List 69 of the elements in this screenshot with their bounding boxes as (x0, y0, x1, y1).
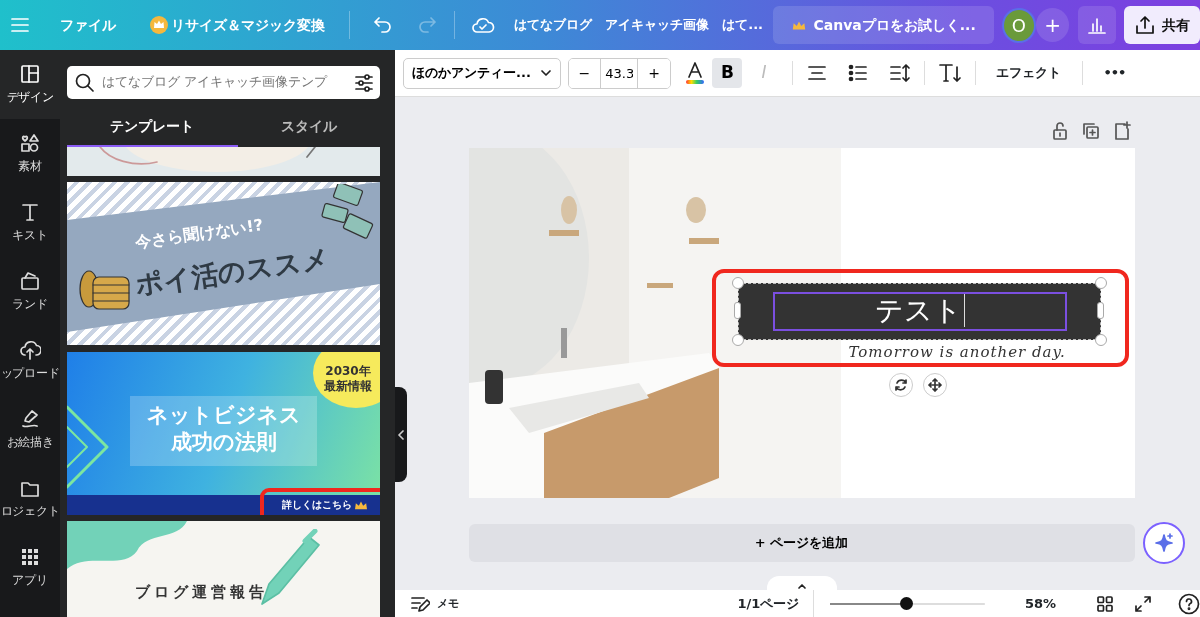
template-text: 詳しくはこちら (282, 498, 352, 513)
add-page-button[interactable]: + ページを追加 (468, 523, 1135, 562)
text-input-box[interactable]: テスト (772, 291, 1067, 331)
share-button[interactable]: 共有 (1123, 6, 1200, 44)
upload-icon (19, 338, 41, 361)
lock-icon[interactable] (1050, 121, 1069, 141)
effects-button[interactable]: エフェクト (988, 59, 1069, 87)
search-field[interactable]: はてなブログ アイキャッチ画像テンプ (67, 66, 380, 100)
collapse-panel-handle[interactable] (395, 387, 407, 482)
notes-icon (410, 594, 430, 613)
text-box[interactable]: テスト (737, 282, 1101, 340)
font-dropdown[interactable]: ほのかアンティー... (403, 57, 561, 89)
move-icon (927, 377, 942, 392)
grid-view-icon[interactable] (1096, 594, 1114, 613)
text-direction-icon[interactable] (937, 62, 962, 84)
elements-icon (19, 131, 41, 154)
chevron-left-icon (397, 429, 405, 440)
help-icon[interactable] (1178, 592, 1200, 615)
add-page-icon[interactable] (1112, 121, 1131, 141)
more-button[interactable]: ••• (1095, 59, 1133, 87)
page-indicator: 1/1ページ (737, 594, 800, 613)
template-thumbnail[interactable] (67, 146, 380, 176)
rotate-button[interactable] (888, 372, 913, 397)
resize-handle[interactable] (733, 301, 741, 319)
move-button[interactable] (922, 372, 947, 397)
bar-chart-icon (1086, 15, 1107, 35)
notes-button[interactable]: メモ (409, 593, 460, 614)
template-thumbnail[interactable]: 2030年 最新情報 ネットビジネス 成功の法則 詳しくはこちら (67, 351, 380, 515)
magic-button[interactable] (1142, 521, 1185, 564)
sidebar-item[interactable]: デザイン (0, 50, 60, 119)
brand-icon (19, 269, 41, 292)
rotate-icon (893, 377, 908, 392)
chevron-up-icon (797, 582, 807, 590)
draw-icon (19, 407, 41, 430)
share-icon (1133, 14, 1156, 36)
template-text: ブログ運営報告 (135, 582, 268, 604)
duplicate-icon[interactable] (1081, 121, 1100, 141)
cloud-check-icon (471, 15, 496, 35)
pro-trial-button[interactable]: Canvaプロをお試しく... (773, 6, 994, 44)
script-text[interactable]: Tomorrow is another day. (848, 340, 1066, 363)
filter-icon[interactable] (353, 72, 374, 93)
template-thumbnail[interactable]: 今さら聞けない!? ポイ活のススメ (67, 182, 380, 346)
badge-text: 2030年 (325, 364, 371, 379)
sparkle-icon (1152, 531, 1175, 554)
document-title[interactable]: はてなブログ アイキャッチ画像 はて... (514, 15, 763, 35)
template-thumbnail[interactable]: ブログ運営報告 (67, 521, 380, 617)
font-size-stepper[interactable]: − 43.3 + (567, 57, 671, 89)
line-spacing-icon[interactable] (888, 63, 911, 83)
resize-handle[interactable] (1094, 276, 1107, 289)
add-collaborator-button[interactable]: + (1035, 8, 1070, 42)
align-center-icon[interactable] (805, 63, 828, 83)
crown-icon (150, 16, 168, 34)
bold-button[interactable]: B (712, 58, 743, 88)
fullscreen-icon[interactable] (1134, 594, 1152, 613)
bullet-list-icon[interactable] (847, 63, 870, 83)
design-icon (19, 62, 41, 85)
font-size-field[interactable]: 43.3 (600, 58, 639, 88)
zoom-reading: 58% (1024, 594, 1056, 613)
insights-button[interactable] (1078, 6, 1116, 44)
panel-tab[interactable]: スタイル (237, 105, 380, 148)
template-text: 今さら聞けない!? (133, 214, 265, 255)
template-text: 成功の法則 (170, 429, 277, 457)
badge-text: 最新情報 (324, 378, 372, 394)
text-color-icon[interactable] (683, 61, 706, 85)
resize-handle[interactable] (1096, 301, 1104, 319)
chevron-down-icon (540, 67, 552, 79)
search-icon (73, 71, 96, 94)
template-text: ネットビジネス (146, 401, 301, 429)
expand-pages-tab[interactable] (767, 576, 837, 590)
